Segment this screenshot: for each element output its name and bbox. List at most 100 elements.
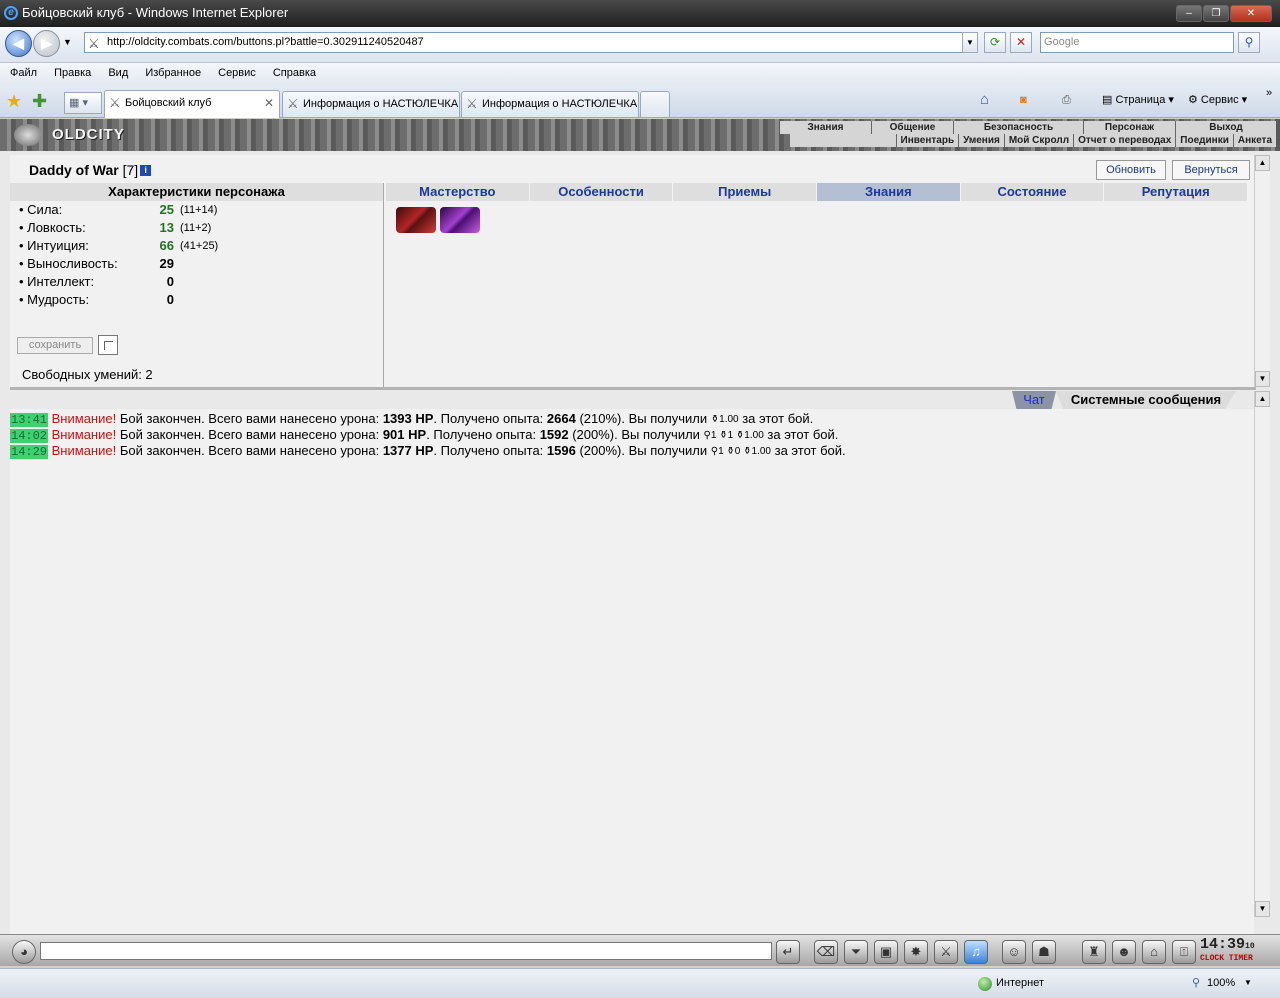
menu-help[interactable]: Справка (273, 67, 316, 79)
home-icon[interactable]: ⌂ (980, 92, 989, 108)
menu-file[interactable]: Файл (10, 67, 37, 79)
log-time: 14:29 (10, 445, 49, 459)
frame-divider[interactable] (10, 387, 1256, 390)
log-damage: 901 HP (382, 427, 427, 442)
game-submenu-scroll[interactable]: Мой Скролл (1003, 134, 1073, 147)
game-submenu-inventory[interactable]: Инвентарь (895, 134, 959, 147)
tab-reputation[interactable]: Репутация (1104, 183, 1249, 201)
favorites-star-icon[interactable]: ★ (6, 91, 22, 112)
music-icon[interactable]: ♫ (964, 940, 988, 964)
game-main-menu: Знания Общение Безопасность Персонаж Вых… (780, 121, 1276, 134)
house-icon[interactable]: ⌂ (1142, 940, 1166, 964)
attack-icon[interactable]: ⚔ (934, 940, 958, 964)
maximize-button[interactable]: ❐ (1203, 5, 1229, 22)
send-enter-icon[interactable]: ↵ (776, 940, 800, 964)
helmet-icon[interactable]: ☗ (1032, 940, 1056, 964)
game-menu-character[interactable]: Персонаж (1084, 121, 1176, 134)
page-menu-label: Страница (1115, 94, 1166, 106)
chevron-more-icon[interactable]: » (1266, 85, 1272, 101)
tab-techniques[interactable]: Приемы (673, 183, 818, 201)
tab-features[interactable]: Особенности (530, 183, 674, 201)
new-tab-button[interactable] (640, 91, 670, 117)
menu-favorites[interactable]: Избранное (145, 67, 201, 79)
page-menu[interactable]: ▤ Страница ▾ (1102, 92, 1174, 108)
purple-armor-item-icon[interactable] (440, 207, 480, 233)
menu-view[interactable]: Вид (108, 67, 128, 79)
stat-strength: • Сила: 25 (11+14) (19, 202, 218, 217)
chat-input[interactable] (40, 942, 772, 960)
tools-menu[interactable]: ⚙ Сервис ▾ (1188, 92, 1247, 108)
tab-info-1[interactable]: ⚔ Информация о НАСТЮЛЕЧКА (282, 91, 460, 117)
exit-door-icon[interactable]: ⍐ (1172, 940, 1196, 964)
print-icon[interactable]: ⎙ (1062, 92, 1071, 108)
back-game-button[interactable]: Вернуться (1172, 160, 1250, 180)
url-field[interactable]: ⚔ http://oldcity.combats.com/buttons.pl?… (84, 32, 978, 53)
scroll-down-icon[interactable]: ▼ (1255, 901, 1270, 917)
game-submenu-transfers[interactable]: Отчет о переводах (1073, 134, 1175, 147)
game-menu-security[interactable]: Безопасность (954, 121, 1084, 134)
tab-chat[interactable]: Чат (1012, 391, 1056, 409)
zoom-icon[interactable]: ⚲ (1192, 969, 1200, 997)
mask-icon[interactable]: ☻ (1112, 940, 1136, 964)
confirm-checkbox[interactable] (98, 335, 118, 355)
fighter-icon[interactable]: ✸ (904, 940, 928, 964)
feeds-icon[interactable]: ◙ (1020, 92, 1027, 108)
tab-info-2[interactable]: ⚔ Информация о НАСТЮЛЕЧКА (461, 91, 639, 117)
menu-edit[interactable]: Правка (54, 67, 91, 79)
close-window-button[interactable]: ✕ (1230, 5, 1272, 22)
search-input[interactable]: Google (1040, 32, 1234, 53)
zoom-level[interactable]: 100% (1207, 969, 1235, 997)
scroll-down-icon[interactable]: ▼ (1255, 371, 1270, 387)
log-line: 14:02 Внимание! Бой закончен. Всего вами… (10, 427, 839, 443)
refresh-icon[interactable]: ⟳ (984, 32, 1006, 53)
filter-icon[interactable]: ⏷ (844, 940, 868, 964)
clock-label: CLOCK TIMER (1200, 954, 1253, 963)
red-armor-item-icon[interactable] (396, 207, 436, 233)
log-damage: 1393 HP (382, 411, 434, 426)
game-menu-exit[interactable]: Выход (1176, 121, 1276, 134)
chat-bubble-icon[interactable]: ◕ (12, 940, 36, 964)
smiley-icon[interactable]: ☺ (1002, 940, 1026, 964)
tab-system-messages[interactable]: Системные сообщения (1056, 391, 1236, 409)
game-submenu-skills[interactable]: Умения (958, 134, 1004, 147)
page-content: OLDCITY Знания Общение Безопасность Перс… (0, 119, 1280, 966)
game-submenu-profile[interactable]: Анкета (1232, 134, 1276, 147)
game-submenu-duels[interactable]: Поединки (1175, 134, 1233, 147)
forward-button[interactable]: ▶ (33, 30, 60, 57)
menu-tools[interactable]: Сервис (218, 67, 256, 79)
add-favorite-icon[interactable]: ✚ (32, 91, 47, 112)
refresh-button[interactable]: Обновить (1096, 160, 1166, 180)
close-tab-icon[interactable]: ✕ (264, 91, 274, 115)
quick-tabs-button[interactable]: ▦ ▾ (64, 92, 102, 114)
info-icon[interactable]: i (140, 165, 152, 176)
save-stats-button[interactable]: сохранить (17, 337, 93, 354)
stat-intuition: • Интуиция: 66 (41+25) (19, 238, 219, 253)
back-button[interactable]: ◀ (5, 30, 32, 57)
save-log-icon[interactable]: ▣ (874, 940, 898, 964)
tab-state[interactable]: Состояние (961, 183, 1105, 201)
url-dropdown-button[interactable]: ▼ (962, 32, 978, 53)
reward-icon: ⚲1 ⚱0 ⚱1.00 (710, 446, 771, 457)
window-controls: – ❐ ✕ (1176, 5, 1272, 22)
game-menu-knowledge[interactable]: Знания (780, 121, 872, 134)
bag-icon[interactable]: ♜ (1082, 940, 1106, 964)
character-level: [7] (122, 162, 139, 178)
tab-knowledge[interactable]: Знания (817, 183, 961, 201)
search-icon[interactable]: ⚲ (1238, 32, 1260, 53)
clock-seconds: 10 (1245, 942, 1255, 951)
upper-scrollbar[interactable]: ▲ ▼ (1254, 155, 1270, 387)
zoom-dropdown-icon[interactable]: ▼ (1244, 969, 1252, 997)
log-scrollbar[interactable]: ▲ ▼ (1254, 391, 1270, 917)
history-dropdown-icon[interactable]: ▼ (63, 37, 72, 47)
stats-panel: Характеристики персонажа • Сила: 25 (11+… (10, 183, 384, 387)
stop-icon[interactable]: ✕ (1010, 32, 1032, 53)
internet-zone-icon (978, 977, 992, 991)
scroll-up-icon[interactable]: ▲ (1255, 155, 1270, 171)
minimize-button[interactable]: – (1176, 5, 1202, 22)
scroll-up-icon[interactable]: ▲ (1255, 391, 1270, 407)
log-warning: Внимание! (51, 443, 117, 458)
tab-fight-club[interactable]: ⚔ Бойцовский клуб ✕ (104, 90, 280, 118)
tab-mastery[interactable]: Мастерство (386, 183, 530, 201)
game-menu-social[interactable]: Общение (872, 121, 954, 134)
eraser-icon[interactable]: ⌫ (814, 940, 838, 964)
